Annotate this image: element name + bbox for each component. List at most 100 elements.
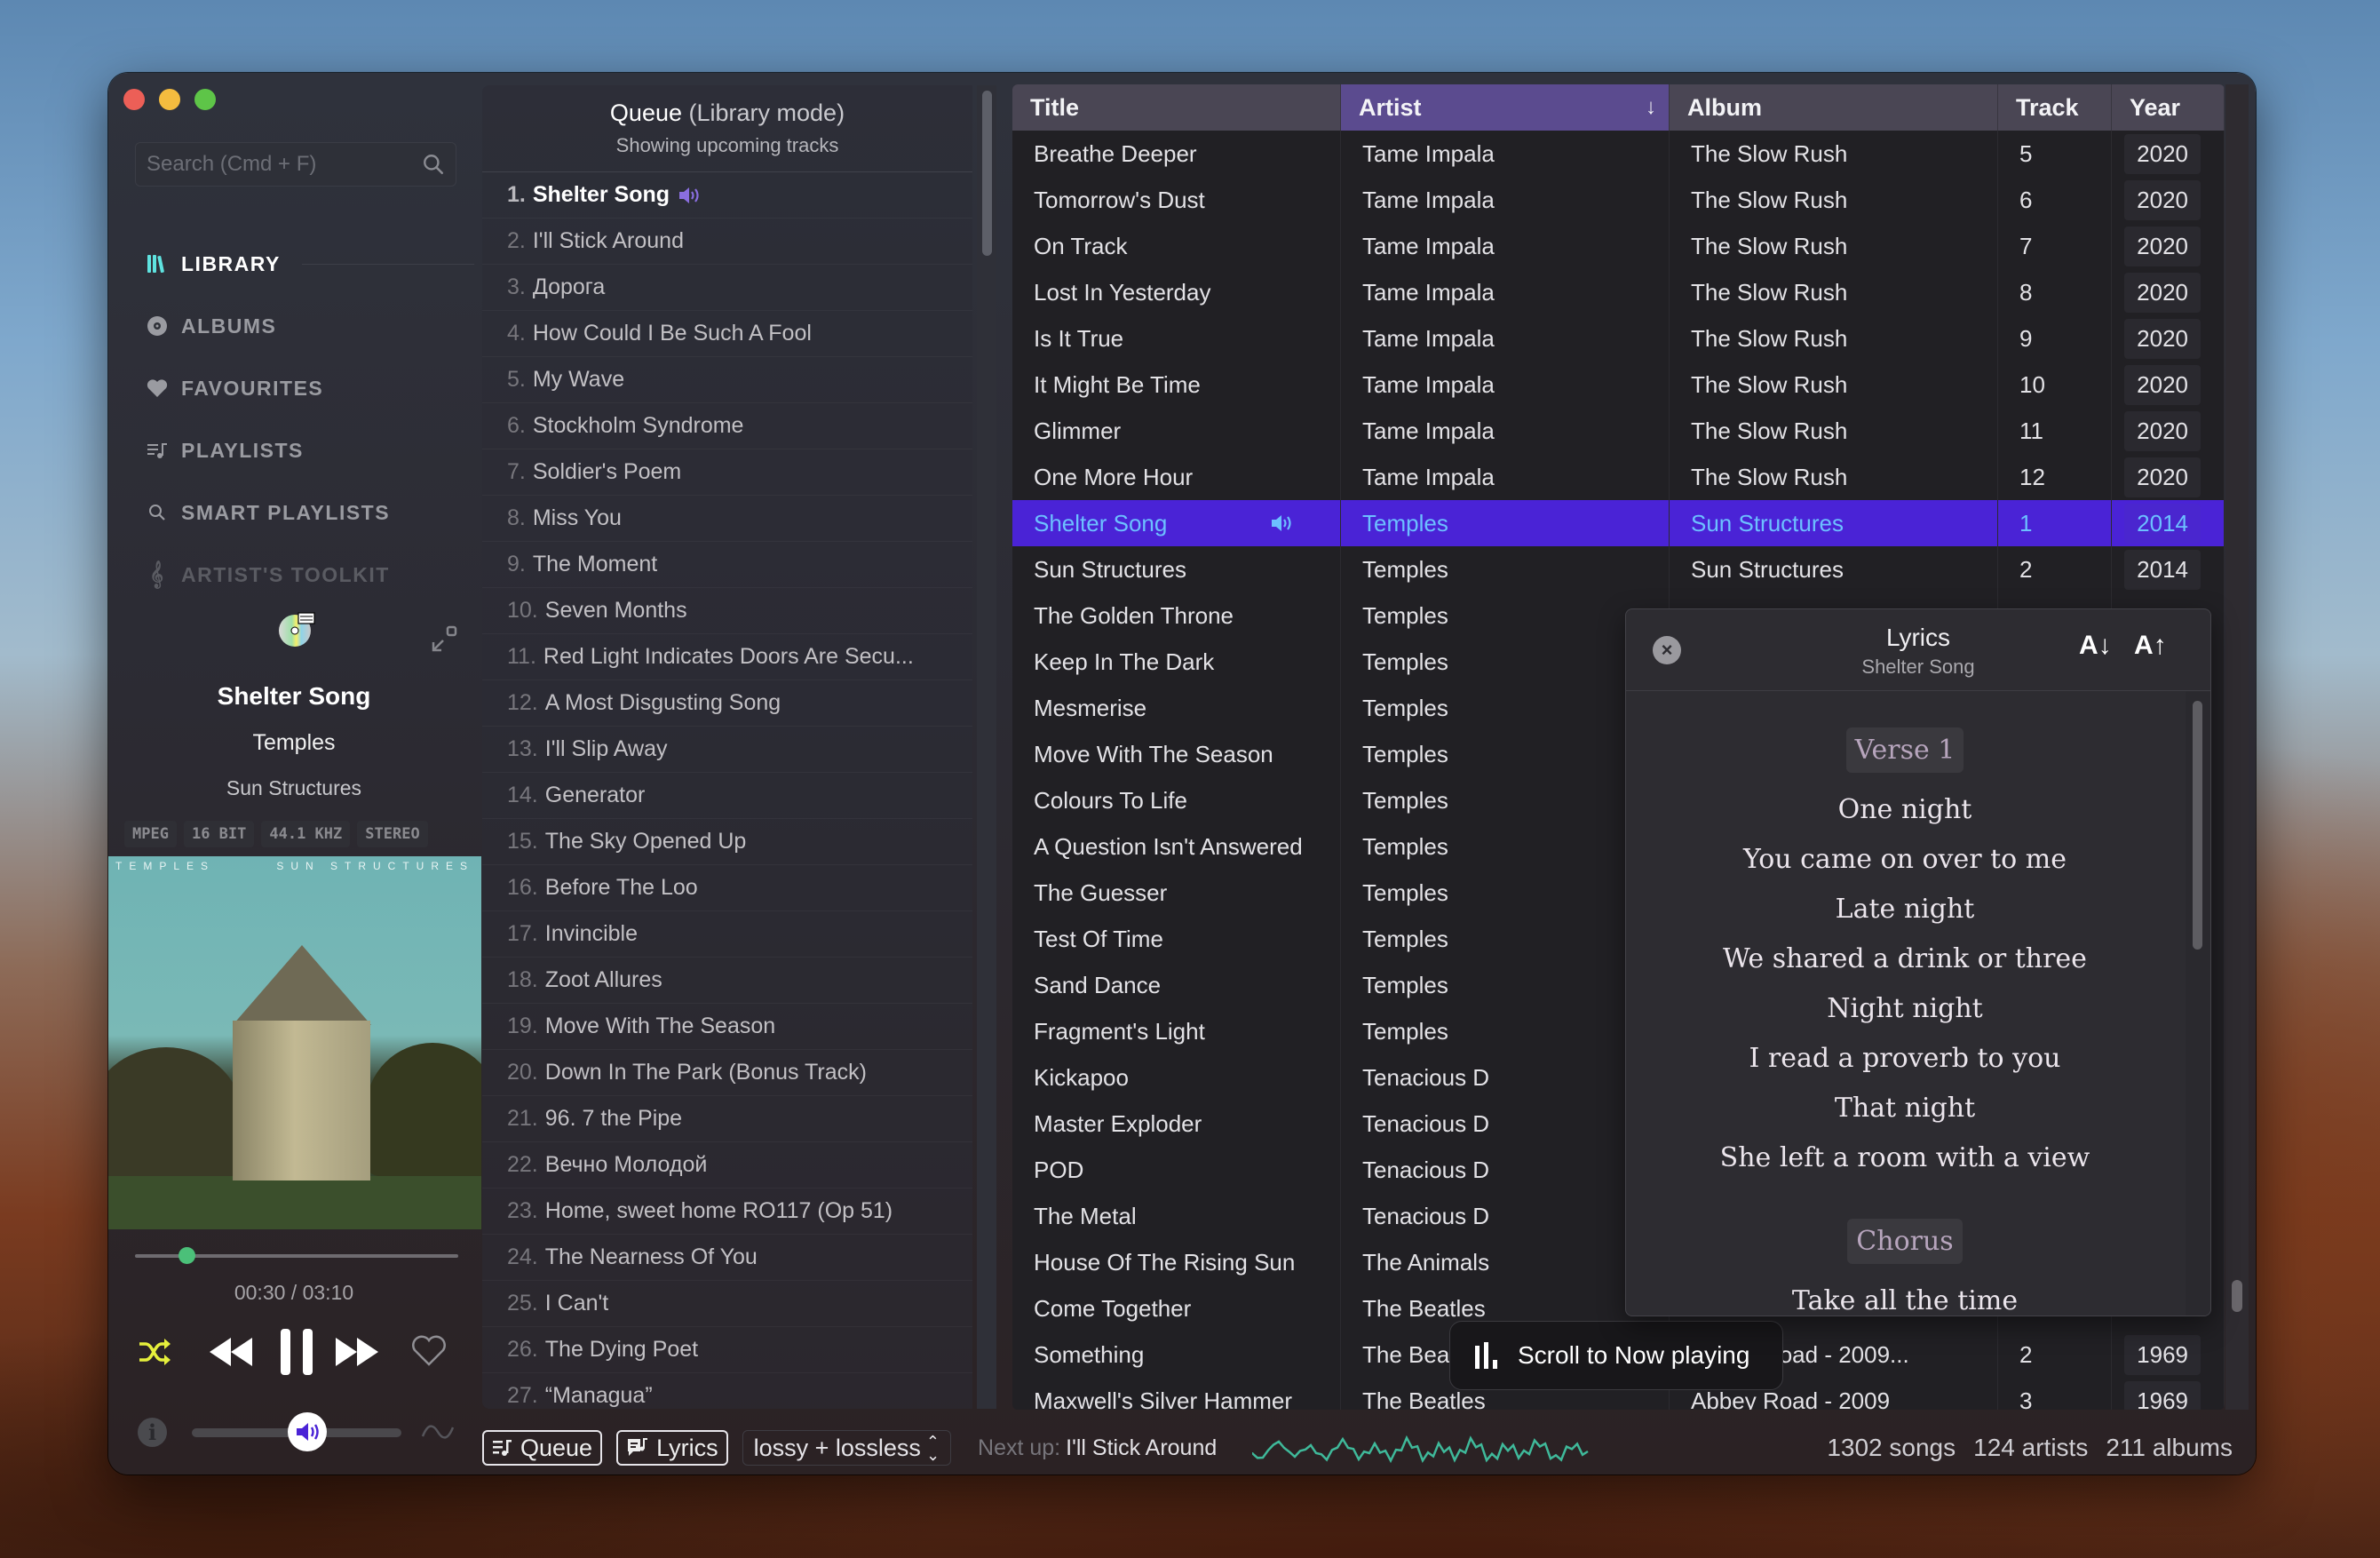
queue-item[interactable]: 10. Seven Months	[482, 588, 972, 634]
queue-toggle-button[interactable]: Queue	[482, 1430, 603, 1466]
table-row-now-playing[interactable]: Shelter Song Temples Sun Structures 1 2014	[1012, 500, 2225, 546]
queue-item[interactable]: 26. The Dying Poet	[482, 1327, 972, 1373]
queue-item[interactable]: 21. 96. 7 the Pipe	[482, 1096, 972, 1142]
queue-item[interactable]: 25. I Can't	[482, 1281, 972, 1327]
column-header-artist[interactable]: Artist ↓	[1341, 84, 1670, 131]
queue-item[interactable]: 5. My Wave	[482, 357, 972, 403]
table-row[interactable]: It Might Be Time Tame Impala The Slow Rush…	[1012, 362, 2225, 408]
queue-item[interactable]: 6. Stockholm Syndrome	[482, 403, 972, 449]
sidebar-item-smart-playlists[interactable]: SMART PLAYLISTS	[146, 481, 474, 544]
title-text: Lost In Yesterday	[1034, 278, 1211, 306]
font-increase-button[interactable]: A↑	[2134, 631, 2167, 661]
column-header-title[interactable]: Title	[1012, 84, 1341, 131]
queue-item[interactable]: 23. Home, sweet home RO117 (Op 51)	[482, 1188, 972, 1235]
minimize-player-icon[interactable]	[428, 624, 460, 656]
close-icon[interactable]: ×	[1653, 636, 1681, 664]
table-row[interactable]: Is It True Tame Impala The Slow Rush 9 2020	[1012, 315, 2225, 362]
artist-text: Temples	[1362, 1017, 1448, 1045]
lyrics-toggle-button[interactable]: Lyrics	[616, 1430, 728, 1466]
table-row[interactable]: Lost In Yesterday Tame Impala The Slow Rus…	[1012, 269, 2225, 315]
table-row[interactable]: On Track Tame Impala The Slow Rush 7 2020	[1012, 223, 2225, 269]
now-playing-album[interactable]: Sun Structures	[108, 776, 480, 800]
sidebar-item-artists-toolkit[interactable]: 𝄞 ARTIST'S TOOLKIT	[146, 544, 474, 606]
now-playing-artist[interactable]: Temples	[108, 730, 480, 756]
queue-item[interactable]: 11. Red Light Indicates Doors Are Secu...	[482, 634, 972, 680]
window-minimize-button[interactable]	[159, 89, 180, 110]
sidebar-item-library[interactable]: LIBRARY	[146, 233, 474, 295]
sidebar-item-albums[interactable]: ALBUMS	[146, 295, 474, 357]
lyrics-scrollbar[interactable]	[2186, 692, 2210, 1316]
column-header-year[interactable]: Year	[2112, 84, 2225, 131]
volume-knob[interactable]	[287, 1412, 327, 1451]
queue-item[interactable]: 24. The Nearness Of You	[482, 1235, 972, 1281]
table-row[interactable]: Tomorrow's Dust Tame Impala The Slow Rush 6…	[1012, 177, 2225, 223]
queue-item[interactable]: 9. The Moment	[482, 542, 972, 588]
format-filter-select[interactable]: lossy + lossless ⌃ ⌃	[742, 1430, 952, 1466]
queue-item-title: I'll Slip Away	[544, 736, 668, 761]
queue-item[interactable]: 12. A Most Disgusting Song	[482, 680, 972, 727]
next-up-title[interactable]: I'll Stick Around	[1066, 1435, 1217, 1460]
scroll-to-now-playing-button[interactable]: Scroll to Now playing	[1449, 1321, 1783, 1390]
info-icon[interactable]: i	[138, 1418, 167, 1447]
column-header-track[interactable]: Track	[1998, 84, 2112, 131]
shuffle-icon[interactable]	[137, 1336, 172, 1368]
queue-item[interactable]: 1. Shelter Song	[482, 172, 972, 219]
search-icon[interactable]	[422, 149, 445, 179]
table-row[interactable]: One More Hour Tame Impala The Slow Rush 12 2…	[1012, 454, 2225, 500]
queue-item[interactable]: 16. Before The Loo	[482, 865, 972, 911]
scrollbar-thumb[interactable]	[2193, 701, 2202, 950]
cd-music-icon	[279, 612, 315, 647]
font-decrease-button[interactable]: A↓	[2079, 631, 2112, 661]
queue-item[interactable]: 13. I'll Slip Away	[482, 727, 972, 773]
window-zoom-button[interactable]	[194, 89, 216, 110]
queue-item[interactable]: 18. Zoot Allures	[482, 958, 972, 1004]
songs-count: 1302 songs	[1827, 1434, 1956, 1461]
progress-slider[interactable]	[135, 1247, 458, 1264]
queue-item[interactable]: 14. Generator	[482, 773, 972, 819]
queue-item[interactable]: 3. Дорога	[482, 265, 972, 311]
queue-item[interactable]: 7. Soldier's Poem	[482, 449, 972, 496]
cell-title: Sun Structures	[1012, 546, 1341, 592]
previous-track-icon[interactable]	[210, 1338, 256, 1366]
column-label: Year	[2130, 93, 2181, 121]
album-cover[interactable]: TEMPLES SUN STRUCTURES	[108, 856, 481, 1229]
lyrics-panel: × Lyrics Shelter Song A↓ A↑ Verse 1 One n…	[1625, 608, 2211, 1316]
equalizer-wave-icon[interactable]	[421, 1419, 455, 1445]
queue-item-title: The Sky Opened Up	[544, 829, 747, 854]
cover-artist-text: TEMPLES	[115, 860, 216, 872]
speaker-icon	[1272, 515, 1291, 531]
table-row[interactable]: Sun Structures Temples Sun Structures 2 2014	[1012, 546, 2225, 592]
queue-item[interactable]: 15. The Sky Opened Up	[482, 819, 972, 865]
sidebar-item-favourites[interactable]: FAVOURITES	[146, 357, 474, 419]
queue-item[interactable]: 17. Invincible	[482, 911, 972, 958]
column-header-album[interactable]: Album	[1670, 84, 1998, 131]
cell-artist: Tame Impala	[1341, 177, 1670, 223]
search-input[interactable]	[147, 152, 422, 177]
heart-outline-icon[interactable]	[410, 1334, 448, 1368]
scrollbar-thumb[interactable]	[982, 91, 992, 256]
track-text: 5	[2019, 139, 2033, 167]
progress-knob[interactable]	[178, 1247, 195, 1264]
queue-item[interactable]: 19. Move With The Season	[482, 1004, 972, 1050]
table-row[interactable]: Breathe Deeper Tame Impala The Slow Rush 5 2…	[1012, 131, 2225, 177]
queue-scrollbar[interactable]	[977, 85, 996, 1409]
queue-item-number: 11.	[507, 644, 536, 669]
queue-item[interactable]: 4. How Could I Be Such A Fool	[482, 311, 972, 357]
queue-item[interactable]: 20. Down In The Park (Bonus Track)	[482, 1050, 972, 1096]
queue-item[interactable]: 22. Вечно Молодой	[482, 1142, 972, 1188]
album-text: The Slow Rush	[1691, 278, 1848, 306]
queue-item[interactable]: 2. I'll Stick Around	[482, 219, 972, 265]
table-scrollbar[interactable]	[2225, 84, 2249, 1410]
queue-item[interactable]: 27. “Managua”	[482, 1373, 972, 1409]
chevron-updown-icon: ⌃ ⌃	[925, 1433, 940, 1463]
pause-icon[interactable]	[279, 1329, 314, 1375]
sidebar-item-playlists[interactable]: PLAYLISTS	[146, 419, 474, 481]
cover-text: TEMPLES SUN STRUCTURES	[115, 860, 474, 872]
table-row[interactable]: Glimmer Tame Impala The Slow Rush 11 2020	[1012, 408, 2225, 454]
next-track-icon[interactable]	[336, 1338, 382, 1366]
scrollbar-thumb[interactable]	[2232, 1280, 2242, 1312]
sidebar-item-label: LIBRARY	[181, 251, 281, 275]
artist-text: Temples	[1362, 971, 1448, 998]
queue-item[interactable]: 8. Miss You	[482, 496, 972, 542]
window-close-button[interactable]	[123, 89, 145, 110]
